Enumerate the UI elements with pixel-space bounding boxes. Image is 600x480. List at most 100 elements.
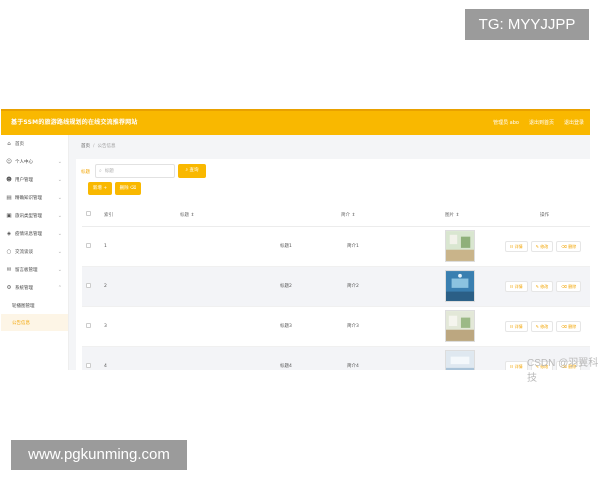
search-placeholder: 标题: [104, 169, 114, 174]
sidebar-item-users[interactable]: ☻ 用户管理 ⌄: [1, 171, 68, 189]
cell-actions: ☷ 详情 ✎ 修改 ⌫ 删除: [499, 306, 590, 347]
detail-label: 详情: [514, 323, 523, 329]
watermark-top: TG: MYYJJPP: [465, 9, 589, 40]
cell-title: 标题1: [180, 226, 341, 267]
add-button[interactable]: 新增 +: [88, 182, 112, 195]
header-label: 标题: [180, 212, 189, 218]
detail-button[interactable]: ☷ 详情: [504, 240, 528, 252]
logout-link[interactable]: 退出登录: [564, 119, 584, 126]
table-row[interactable]: 4 标题4 简介4 ☷ 详情 ✎ 修改 ⌫ 删除: [82, 346, 590, 370]
sidebar-item-system[interactable]: ⚙ 系统管理 ⌃: [1, 279, 68, 297]
delete-button[interactable]: 删除 ⌫: [115, 182, 141, 195]
row-checkbox[interactable]: [86, 242, 91, 248]
edit-button[interactable]: ✎ 修改: [530, 320, 554, 332]
edit-icon: ✎: [535, 283, 539, 289]
plus-icon: +: [103, 186, 108, 191]
table-row[interactable]: 3 标题3 简介3 ☷ 详情 ✎ 修改 ⌫ 删除: [82, 306, 590, 347]
edit-button[interactable]: ✎ 修改: [530, 280, 554, 292]
chevron-up-icon: ⌃: [57, 285, 62, 291]
cell-intro: 简介2: [341, 266, 445, 307]
add-button-label: 新增: [92, 186, 102, 191]
back-home-link[interactable]: 退出到首页: [529, 119, 554, 126]
edit-button[interactable]: ✎ 修改: [530, 240, 554, 252]
row-select-cell[interactable]: [82, 306, 96, 347]
column-header-actions: 操作: [499, 204, 590, 227]
trash-icon: ⌫: [561, 323, 567, 329]
cell-index: 4: [96, 346, 180, 370]
row-select-cell[interactable]: [82, 266, 96, 307]
shield-icon: ◈: [6, 231, 12, 237]
breadcrumb-home[interactable]: 首页: [81, 144, 90, 149]
cell-index: 3: [96, 306, 180, 347]
sidebar-item-epidemic[interactable]: ◈ 疫情讯息管理 ⌄: [1, 225, 68, 243]
sidebar-item-types[interactable]: ▣ 旅讯类型管理 ⌄: [1, 207, 68, 225]
chevron-down-icon: ⌄: [57, 231, 62, 237]
row-select-cell[interactable]: [82, 226, 96, 267]
home-icon: ⌂: [7, 141, 11, 147]
topbar-links: 管理员 abo 退出到首页 退出登录: [493, 119, 584, 126]
detail-button[interactable]: ☷ 详情: [504, 360, 528, 370]
table-row[interactable]: 2 标题2 简介2 ☷ 详情 ✎ 修改 ⌫ 删除: [82, 266, 590, 307]
detail-button[interactable]: ☷ 详情: [504, 320, 528, 332]
folder-icon: ▣: [6, 213, 12, 219]
row-checkbox[interactable]: [86, 282, 91, 288]
room-photo-thumbnail[interactable]: [445, 270, 475, 302]
top-bar: 基于SSM的旅游路线规划的在线交流推荐网站 管理员 abo 退出到首页 退出登录: [1, 111, 590, 135]
cell-index: 2: [96, 266, 180, 307]
detail-icon: ☷: [509, 323, 514, 329]
notices-table: 索引 标题 ⇕ 简介 ⇕ 图片 ⇕ 操作 1 标题1 简介1 ☷ 详情 ✎ 修改…: [82, 204, 590, 370]
sort-icon: ⇕: [455, 212, 460, 218]
edit-label: 修改: [540, 243, 549, 249]
sidebar-subitem-carousel[interactable]: 轮播图管理: [1, 297, 68, 314]
message-icon: ✉: [6, 267, 12, 273]
sidebar-item-knowledge[interactable]: ▤ 精确知识管理 ⌄: [1, 189, 68, 207]
row-checkbox[interactable]: [86, 322, 91, 328]
delete-row-button[interactable]: ⌫ 删除: [556, 280, 582, 292]
room-photo-thumbnail[interactable]: [445, 230, 475, 262]
edit-icon: ✎: [535, 323, 539, 329]
header-label: 索引: [104, 212, 113, 218]
cell-index: 1: [96, 226, 180, 267]
chat-icon: ○: [6, 249, 12, 255]
cell-intro: 简介4: [341, 346, 445, 370]
sidebar-item-label: 系统管理: [15, 286, 33, 291]
cell-image: [445, 306, 499, 347]
sidebar-item-label: 留言板管理: [15, 268, 38, 273]
detail-icon: ☷: [509, 363, 514, 369]
sort-icon: ⇕: [190, 212, 195, 218]
sidebar-item-profile[interactable]: ☺ 个人中心 ⌄: [1, 153, 68, 171]
room-photo-thumbnail[interactable]: [445, 310, 475, 342]
sidebar-item-label: 疫情讯息管理: [15, 232, 42, 237]
search-label: 标题: [81, 170, 90, 175]
select-all-checkbox[interactable]: [86, 211, 91, 217]
column-header-intro[interactable]: 简介 ⇕: [341, 204, 445, 227]
sidebar-item-home[interactable]: ⌂ 首页: [1, 135, 68, 153]
header-label: 操作: [540, 212, 549, 218]
column-header-index[interactable]: 索引: [96, 204, 180, 227]
book-icon: ▤: [6, 195, 12, 201]
edit-icon: ✎: [535, 243, 539, 249]
cell-intro: 简介3: [341, 306, 445, 347]
table-row[interactable]: 1 标题1 简介1 ☷ 详情 ✎ 修改 ⌫ 删除: [82, 226, 590, 267]
sidebar-subitem-notices[interactable]: 公告信息: [1, 314, 68, 331]
sidebar-item-forum[interactable]: ○ 交流谈谈 ⌄: [1, 243, 68, 261]
delete-label: 删除: [568, 323, 577, 329]
search-icon: ⌕: [99, 168, 102, 174]
delete-row-button[interactable]: ⌫ 删除: [556, 320, 582, 332]
app-window: 基于SSM的旅游路线规划的在线交流推荐网站 管理员 abo 退出到首页 退出登录…: [1, 109, 590, 370]
row-select-cell[interactable]: [82, 346, 96, 370]
chevron-down-icon: ⌄: [57, 249, 62, 255]
room-photo-thumbnail[interactable]: [445, 350, 475, 370]
search-input[interactable]: ⌕ 标题: [95, 164, 175, 178]
search-button[interactable]: ⌕ 查询: [178, 164, 206, 178]
chevron-down-icon: ⌄: [57, 213, 62, 219]
trash-icon: ⌫: [561, 283, 567, 289]
column-header-image[interactable]: 图片 ⇕: [445, 204, 499, 227]
row-checkbox[interactable]: [86, 362, 91, 368]
detail-label: 详情: [514, 363, 523, 369]
detail-button[interactable]: ☷ 详情: [504, 280, 528, 292]
sidebar-item-messages[interactable]: ✉ 留言板管理 ⌄: [1, 261, 68, 279]
delete-row-button[interactable]: ⌫ 删除: [556, 240, 582, 252]
column-header-title[interactable]: 标题 ⇕: [180, 204, 341, 227]
select-all-cell[interactable]: [82, 204, 96, 227]
